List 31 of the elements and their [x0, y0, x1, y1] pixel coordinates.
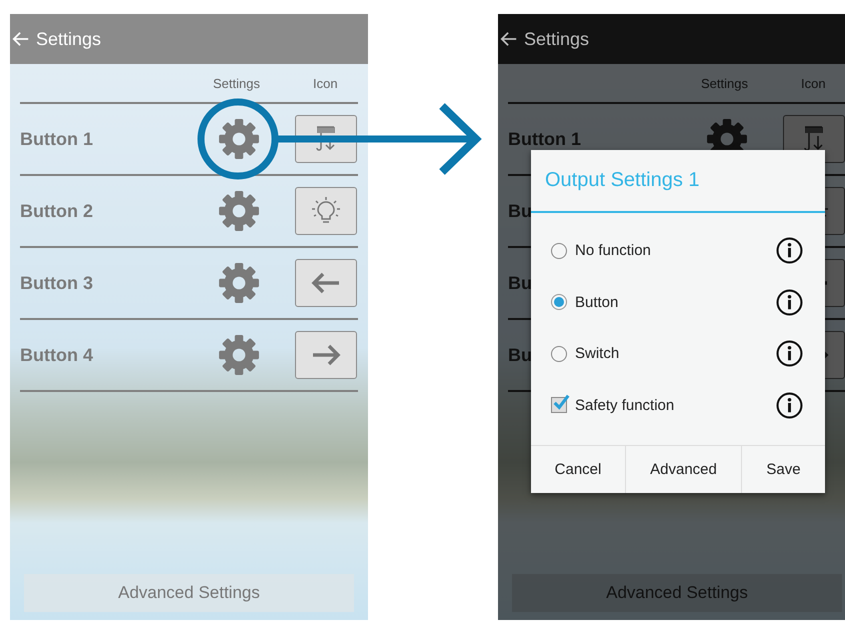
info-icon[interactable]: [776, 392, 803, 419]
radio-button[interactable]: [551, 294, 567, 310]
option-label: Button: [575, 294, 620, 311]
column-header: Settings: [701, 76, 749, 90]
output-name: Bu: [508, 200, 532, 220]
column-header: Settings: [213, 76, 261, 90]
dialog-title: Output Settings 1: [531, 150, 825, 213]
column-header: Icon: [313, 76, 338, 90]
option-label: No function: [575, 242, 652, 260]
output-name: Bu: [508, 272, 532, 292]
dialog-button[interactable]: Advanced: [626, 446, 742, 493]
info-icon[interactable]: [776, 237, 803, 264]
output-name: Bu: [508, 344, 532, 364]
dialog-button[interactable]: Save: [742, 446, 825, 493]
output-name: Button 1: [508, 128, 581, 148]
output-name: Button 2: [20, 200, 93, 220]
back-arrow-icon[interactable]: [500, 30, 518, 48]
radio-button[interactable]: [551, 242, 567, 259]
option-label: Safety function: [575, 396, 676, 414]
output-name: Button 1: [20, 128, 93, 148]
column-header: Icon: [801, 76, 826, 90]
dialog-button[interactable]: Cancel: [531, 446, 626, 493]
output-name: Button 3: [20, 272, 93, 292]
screen-title: Settings: [524, 28, 590, 50]
info-icon[interactable]: [776, 288, 803, 316]
option-label: Switch: [575, 345, 620, 362]
info-icon[interactable]: [776, 340, 803, 368]
output-name: Button 4: [20, 344, 93, 364]
radio-button[interactable]: [551, 346, 567, 362]
screen-title: Settings: [36, 28, 102, 50]
checkbox[interactable]: [551, 397, 567, 414]
